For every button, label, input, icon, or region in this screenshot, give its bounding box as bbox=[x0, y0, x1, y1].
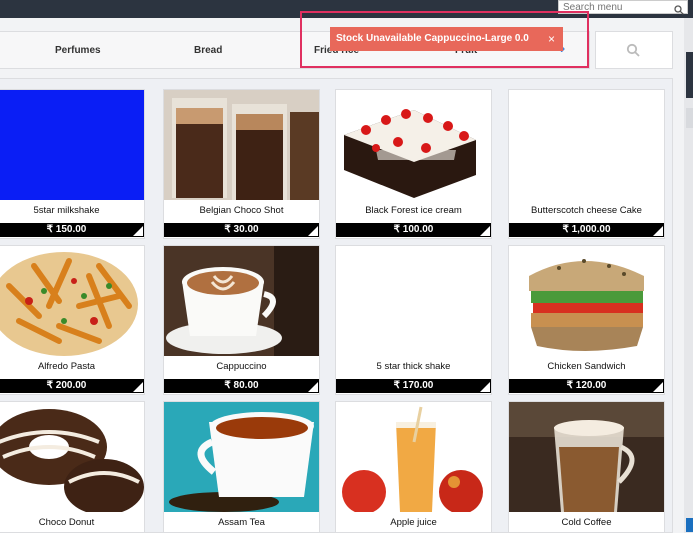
menu-search-input[interactable] bbox=[563, 1, 671, 13]
product-card[interactable]: Apple juice bbox=[335, 401, 492, 532]
product-price: ₹ 30.00 bbox=[164, 223, 319, 237]
product-name: Alfredo Pasta bbox=[37, 361, 96, 372]
product-name: Butterscotch cheese Cake bbox=[531, 205, 642, 216]
search-icon bbox=[626, 43, 640, 62]
product-price: ₹ 150.00 bbox=[0, 223, 144, 237]
corner-marker-icon bbox=[133, 382, 143, 392]
product-image bbox=[509, 402, 664, 512]
product-name: Chicken Sandwich bbox=[547, 361, 626, 372]
product-grid: 5star milkshake ₹ 150.00 Belgian Choco S… bbox=[0, 78, 673, 533]
corner-marker-icon bbox=[308, 226, 318, 236]
search-icon[interactable] bbox=[674, 2, 684, 20]
corner-marker-icon bbox=[308, 382, 318, 392]
product-name: 5star milkshake bbox=[33, 205, 100, 216]
product-card[interactable]: Assam Tea bbox=[163, 401, 320, 532]
product-image bbox=[0, 246, 144, 356]
product-name: Black Forest ice cream bbox=[365, 205, 462, 216]
product-image bbox=[164, 90, 319, 200]
product-card[interactable]: 5star milkshake ₹ 150.00 bbox=[0, 89, 145, 239]
product-card[interactable]: Chicken Sandwich ₹ 120.00 bbox=[508, 245, 665, 395]
product-card[interactable]: 5 star thick shake ₹ 170.00 bbox=[335, 245, 492, 395]
product-price: ₹ 170.00 bbox=[336, 379, 491, 393]
product-price: ₹ 80.00 bbox=[164, 379, 319, 393]
product-name: Assam Tea bbox=[218, 517, 265, 528]
product-card[interactable]: Black Forest ice cream ₹ 100.00 bbox=[335, 89, 492, 239]
top-bar bbox=[0, 0, 693, 18]
product-search-button[interactable] bbox=[595, 31, 673, 69]
product-card[interactable]: Butterscotch cheese Cake ₹ 1,000.00 bbox=[508, 89, 665, 239]
product-image bbox=[164, 402, 319, 512]
product-image bbox=[509, 246, 664, 356]
product-image bbox=[164, 246, 319, 356]
corner-marker-icon bbox=[653, 382, 663, 392]
product-card[interactable]: Choco Donut bbox=[0, 401, 145, 532]
product-image bbox=[336, 246, 491, 356]
product-card[interactable]: Cold Coffee bbox=[508, 401, 665, 532]
corner-marker-icon bbox=[480, 382, 490, 392]
product-card[interactable]: Belgian Choco Shot ₹ 30.00 bbox=[163, 89, 320, 239]
corner-marker-icon bbox=[133, 226, 143, 236]
corner-marker-icon bbox=[653, 226, 663, 236]
product-price: ₹ 1,000.00 bbox=[509, 223, 664, 237]
product-name: Cappuccino bbox=[216, 361, 267, 372]
stock-unavailable-toast: Stock Unavailable Cappuccino-Large 0.0 × bbox=[330, 27, 563, 51]
product-card[interactable]: Cappuccino ₹ 80.00 bbox=[163, 245, 320, 395]
product-price: ₹ 100.00 bbox=[336, 223, 491, 237]
product-name: Cold Coffee bbox=[561, 517, 612, 528]
product-name: Apple juice bbox=[390, 517, 437, 528]
category-tab-bread[interactable]: Bread bbox=[194, 45, 222, 56]
product-name: Belgian Choco Shot bbox=[199, 205, 284, 216]
menu-search-box[interactable] bbox=[558, 0, 688, 15]
side-panel-item[interactable] bbox=[686, 108, 693, 128]
right-side-panel bbox=[684, 18, 693, 533]
product-image bbox=[509, 90, 664, 200]
category-tab-perfumes[interactable]: Perfumes bbox=[55, 45, 101, 56]
corner-marker-icon bbox=[480, 226, 490, 236]
product-image bbox=[336, 90, 491, 200]
toast-message: Stock Unavailable Cappuccino-Large 0.0 bbox=[336, 33, 529, 44]
product-card[interactable]: Alfredo Pasta ₹ 200.00 bbox=[0, 245, 145, 395]
side-panel-tab[interactable] bbox=[686, 52, 693, 98]
product-name: Choco Donut bbox=[38, 517, 95, 528]
close-icon[interactable]: × bbox=[548, 27, 555, 51]
product-image bbox=[0, 90, 144, 200]
product-price: ₹ 200.00 bbox=[0, 379, 144, 393]
product-price: ₹ 120.00 bbox=[509, 379, 664, 393]
product-image bbox=[336, 402, 491, 512]
side-panel-button[interactable] bbox=[686, 518, 693, 532]
product-name: 5 star thick shake bbox=[376, 361, 451, 372]
product-image bbox=[0, 402, 144, 512]
